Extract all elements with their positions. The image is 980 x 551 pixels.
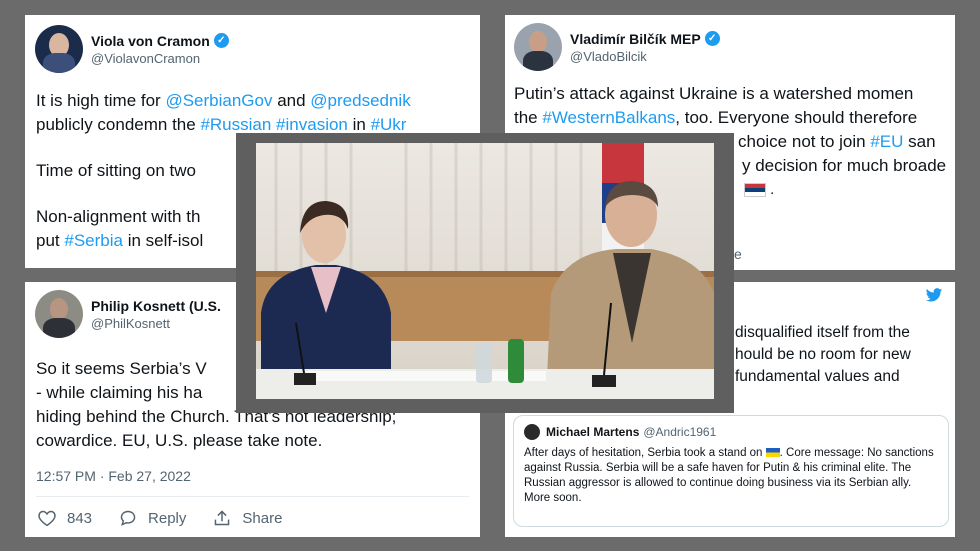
reply-icon [120,510,136,526]
mention-link[interactable]: @predsednik [310,91,410,110]
quoted-tweet[interactable]: Michael Martens @Andric1961 After days o… [513,415,949,527]
tweet-actions: 843 Reply Share [37,509,308,527]
photo-illustration [256,143,714,399]
tweet-header: Philip Kosnett (U.S. @PhilKosnett [35,290,221,338]
serbia-flag-icon [744,183,766,198]
author-name[interactable]: Viola von Cramon ✓ [91,33,229,49]
author-name[interactable]: Vladimír Bilčík MEP ✓ [570,31,720,47]
hashtag-link[interactable]: #EU [870,132,903,151]
tweet-header: Vladimír Bilčík MEP ✓ @VladoBilcik [514,23,720,71]
verified-badge-icon: ✓ [704,31,720,46]
avatar [524,424,540,440]
press-conference-photo [236,133,734,413]
author-name[interactable]: Philip Kosnett (U.S. [91,298,221,314]
share-label: Share [242,509,283,527]
like-button[interactable]: 843 [37,509,92,527]
hashtag-link[interactable]: #Russian [200,115,271,134]
twitter-bird-icon [925,288,943,302]
author-handle[interactable]: @VladoBilcik [570,49,720,64]
hashtag-link[interactable]: #Ukr [371,115,407,134]
tweet-text: disqualified itself from the hould be no… [735,324,911,385]
heart-icon [38,510,56,527]
avatar[interactable] [514,23,562,71]
quoted-author-name: Michael Martens [546,425,640,439]
quoted-tweet-text: After days of hesitation, Serbia took a … [524,447,934,504]
reply-label: Reply [148,509,187,527]
mention-link[interactable]: @SerbianGov [165,91,272,110]
avatar[interactable] [35,290,83,338]
like-count: 843 [67,509,93,527]
divider [36,496,469,497]
verified-badge-icon: ✓ [213,33,229,48]
avatar[interactable] [35,25,83,73]
tweet-header: Viola von Cramon ✓ @ViolavonCramon [35,25,229,73]
author-handle[interactable]: @ViolavonCramon [91,51,229,66]
author-handle[interactable]: @PhilKosnett [91,316,221,331]
hashtag-link[interactable]: #Serbia [64,231,123,250]
tweet-timestamp[interactable]: 12:57 PM · Feb 27, 2022 [36,468,191,484]
reply-button[interactable]: Reply [118,509,186,527]
tweet-meta-tail: e [734,246,742,262]
hashtag-link[interactable]: #WesternBalkans [542,108,675,127]
share-button[interactable]: Share [212,509,282,527]
share-icon [215,510,230,526]
quoted-author-handle: @Andric1961 [643,425,717,439]
hashtag-link[interactable]: #invasion [276,115,348,134]
ukraine-flag-icon [765,448,780,458]
